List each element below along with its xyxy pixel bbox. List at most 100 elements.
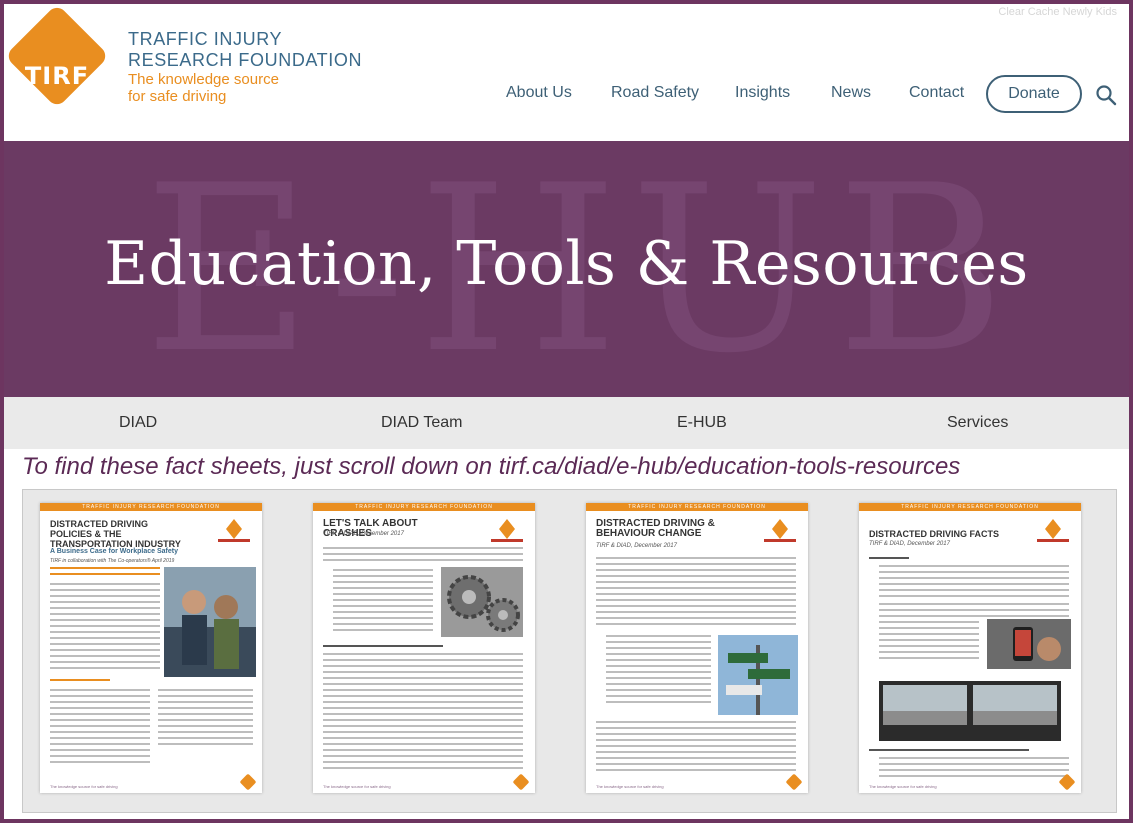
text-line [323,767,523,769]
text-line [158,725,253,727]
text-line [323,689,523,691]
nav-about-us[interactable]: About Us [506,84,572,102]
text-line [50,637,160,639]
text-line [50,701,150,703]
text-line [333,575,433,577]
text-line [50,679,110,681]
fact-sheets-panel: TRAFFIC INJURY RESEARCH FOUNDATION DISTR… [22,489,1117,813]
text-line [333,617,433,619]
text-line [333,623,433,625]
subnav-e-hub[interactable]: E-HUB [677,414,727,432]
page-frame: Clear Cache Newly Kids TIRF TRAFFIC INJU… [0,0,1133,823]
text-line [158,689,253,691]
text-line [879,633,979,635]
sheet-footer: The knowledge source for safe driving [596,784,664,789]
text-line [333,569,433,571]
sheet-title: DISTRACTED DRIVING FACTS [869,529,1000,539]
text-line [879,639,979,641]
text-line [596,569,796,571]
text-line [323,559,523,561]
workers-photo [164,567,256,677]
text-line [50,613,160,615]
text-line [323,713,523,715]
search-icon[interactable] [1095,84,1117,106]
subnav-diad-team[interactable]: DIAD Team [381,414,463,432]
text-line [323,659,523,661]
donate-button[interactable]: Donate [986,75,1082,113]
fact-sheet-4[interactable]: TRAFFIC INJURY RESEARCH FOUNDATION DISTR… [859,503,1081,793]
text-line [323,653,523,655]
org-name[interactable]: TRAFFIC INJURY RESEARCH FOUNDATION [128,29,362,71]
text-line [596,739,796,741]
sheet-footer: The knowledge source for safe driving [50,784,118,789]
text-line [50,655,160,657]
nav-insights[interactable]: Insights [735,84,790,102]
text-line [869,749,1029,751]
text-line [50,737,150,739]
text-line [879,769,1069,771]
nav-news[interactable]: News [831,84,871,102]
sheet-header-text: TRAFFIC INJURY RESEARCH FOUNDATION [628,504,766,510]
text-line [158,695,253,697]
text-line [596,763,796,765]
text-line [50,643,160,645]
sheet-subtitle: A Business Case for Workplace Safety [50,548,178,555]
sheet-title: DISTRACTED DRIVING POLICIES & THE TRANSP… [50,519,181,549]
text-line [879,615,1069,617]
text-line [323,665,523,667]
sheet-subtitle: TIRF & DIAD, December 2017 [323,531,404,537]
text-line [596,721,796,723]
text-line [50,625,160,627]
street-signs-photo [718,635,798,715]
text-line [879,621,979,623]
text-line [596,745,796,747]
canadian-coalition-logo-icon [491,519,523,542]
org-name-line-1: TRAFFIC INJURY [128,29,283,49]
subnav-diad[interactable]: DIAD [119,414,157,432]
site-header: Clear Cache Newly Kids TIRF TRAFFIC INJU… [4,4,1129,141]
text-line [879,763,1069,765]
fact-sheet-2[interactable]: TRAFFIC INJURY RESEARCH FOUNDATION LET'S… [313,503,535,793]
nav-contact[interactable]: Contact [909,84,964,102]
text-line [606,635,711,637]
text-line [879,583,1069,585]
text-line [50,755,150,757]
text-line [606,689,711,691]
nav-road-safety[interactable]: Road Safety [611,84,699,102]
text-line [323,547,523,549]
text-line [879,775,1069,777]
text-line [596,769,796,771]
text-line [596,751,796,753]
text-line [596,757,796,759]
text-line [323,701,523,703]
text-line [596,605,796,607]
text-line [158,731,253,733]
text-line [158,743,253,745]
text-line [50,607,160,609]
text-line [879,589,1069,591]
sheet-header-bar: TRAFFIC INJURY RESEARCH FOUNDATION [586,503,808,511]
text-line [50,713,150,715]
fact-sheet-1[interactable]: TRAFFIC INJURY RESEARCH FOUNDATION DISTR… [40,503,262,793]
sub-navigation: DIAD DIAD Team E-HUB Services [4,397,1129,449]
windshield-view-photo [879,681,1061,741]
text-line [323,731,523,733]
text-line [158,713,253,715]
subnav-services[interactable]: Services [947,414,1008,432]
sheet-subtitle-2: TIRF in collaboration with The Co-operat… [50,558,175,564]
text-line [879,565,1069,567]
sheet-subtitle: TIRF & DIAD, December 2017 [869,541,950,547]
text-line [323,725,523,727]
sheet-subtitle: TIRF & DIAD, December 2017 [596,543,677,549]
fact-sheet-3[interactable]: TRAFFIC INJURY RESEARCH FOUNDATION DISTR… [586,503,808,793]
tagline-line-2: for safe driving [128,88,227,105]
text-line [596,575,796,577]
text-line [50,631,160,633]
sheet-footer: The knowledge source for safe driving [869,784,937,789]
text-line [158,707,253,709]
text-line [50,719,150,721]
text-line [50,567,160,569]
sheet-header-text: TRAFFIC INJURY RESEARCH FOUNDATION [82,504,220,510]
text-line [606,701,711,703]
text-line [50,573,160,575]
